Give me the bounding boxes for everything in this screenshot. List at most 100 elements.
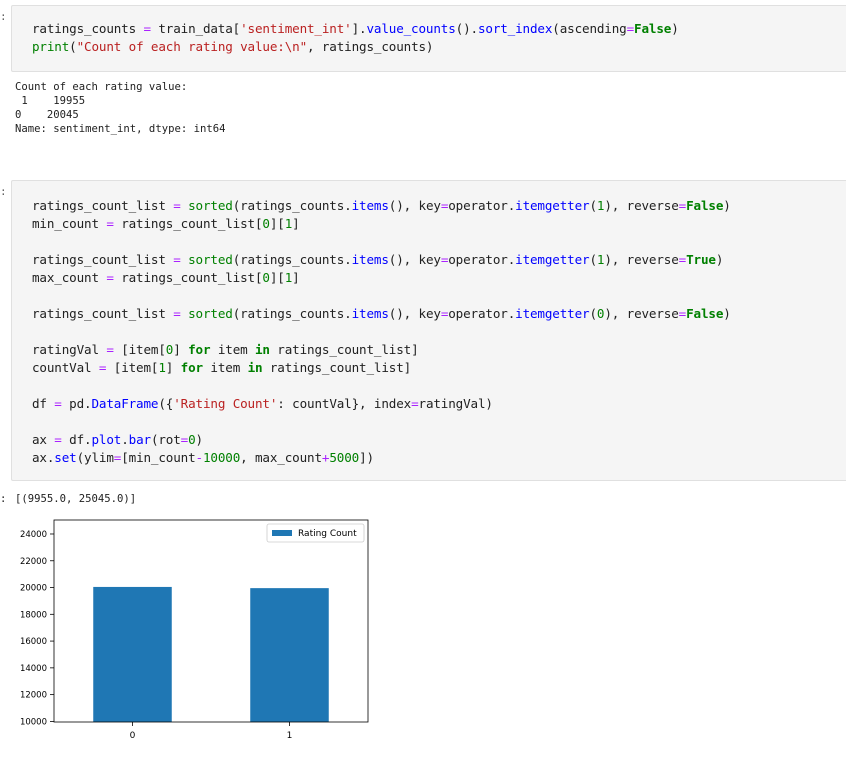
code-token: ] bbox=[173, 342, 189, 357]
cell-2-output-prompt: : bbox=[0, 493, 7, 505]
code-token: "Count of each rating value:\n" bbox=[76, 39, 308, 54]
code-token: (), key bbox=[388, 306, 441, 321]
x-tick-label: 1 bbox=[287, 731, 293, 741]
y-tick-label: 22000 bbox=[20, 557, 47, 567]
code-token: ]) bbox=[359, 450, 374, 465]
code-token: = bbox=[678, 306, 687, 321]
code-token: (ascending bbox=[552, 21, 627, 36]
code-token: ( bbox=[589, 306, 597, 321]
code-cell-2[interactable]: ratings_count_list = sorted(ratings_coun… bbox=[11, 180, 846, 481]
code-token: for bbox=[180, 360, 203, 375]
code-token: = bbox=[173, 198, 181, 213]
code-token: (), key bbox=[388, 252, 441, 267]
code-token: ] bbox=[292, 270, 300, 285]
code-line: ratings_count_list = sorted(ratings_coun… bbox=[32, 197, 846, 215]
code-token: sort_index bbox=[477, 21, 553, 36]
code-token: print bbox=[32, 39, 70, 54]
code-token: items bbox=[351, 198, 389, 213]
code-token: = bbox=[626, 21, 635, 36]
code-token: True bbox=[686, 252, 716, 267]
code-token: False bbox=[634, 21, 672, 36]
code-token: 10000 bbox=[202, 450, 241, 465]
code-token: ratings_count_list[ bbox=[113, 270, 263, 285]
code-token: train_data[ bbox=[150, 21, 241, 36]
code-token: min_count bbox=[32, 216, 107, 231]
code-token: ][ bbox=[269, 216, 285, 231]
code-token: [min_count bbox=[121, 450, 196, 465]
code-editor-2[interactable]: ratings_count_list = sorted(ratings_coun… bbox=[12, 181, 846, 467]
code-token: : countVal}, index bbox=[277, 396, 412, 411]
code-token: (ratings_counts. bbox=[232, 306, 352, 321]
code-token: DataFrame bbox=[91, 396, 159, 411]
code-cell-1[interactable]: ratings_counts = train_data['sentiment_i… bbox=[11, 5, 846, 72]
code-token: ]. bbox=[351, 21, 367, 36]
code-token: 5000 bbox=[329, 450, 360, 465]
cell-2-output-text: [(9955.0, 25045.0)] bbox=[15, 493, 137, 505]
code-token: in bbox=[247, 360, 263, 375]
code-token: = bbox=[54, 396, 62, 411]
code-token: [item[ bbox=[113, 342, 166, 357]
code-token: sorted bbox=[188, 306, 233, 321]
code-token: = bbox=[180, 432, 189, 447]
code-token: items bbox=[351, 306, 389, 321]
cell-1-output: Count of each rating value: 1 19955 0 200… bbox=[15, 80, 225, 136]
legend-label: Rating Count bbox=[298, 529, 357, 539]
code-token: countVal bbox=[32, 360, 99, 375]
code-token: 1 bbox=[158, 360, 166, 375]
cell-1-prompt: : bbox=[0, 10, 7, 23]
code-token: = bbox=[143, 21, 151, 36]
code-token: = bbox=[54, 432, 62, 447]
code-token: (rot bbox=[150, 432, 181, 447]
y-tick-label: 20000 bbox=[20, 584, 47, 594]
code-token: ] bbox=[292, 216, 300, 231]
code-token: df. bbox=[61, 432, 92, 447]
code-token: ratingVal bbox=[32, 342, 107, 357]
code-token: ) bbox=[723, 306, 731, 321]
code-token: ratingVal) bbox=[418, 396, 493, 411]
code-token: = bbox=[106, 342, 114, 357]
code-token: ax bbox=[32, 432, 55, 447]
code-editor-1[interactable]: ratings_counts = train_data['sentiment_i… bbox=[12, 6, 846, 56]
code-token: (), key bbox=[388, 198, 441, 213]
y-tick-label: 12000 bbox=[20, 691, 47, 701]
output-line: 0 20045 bbox=[15, 109, 79, 121]
code-token: item bbox=[202, 360, 248, 375]
code-token: (ylim bbox=[76, 450, 114, 465]
code-token: set bbox=[54, 450, 77, 465]
code-token: ratings_count_list] bbox=[269, 342, 419, 357]
code-token: ax. bbox=[32, 450, 55, 465]
code-token: , max_count bbox=[240, 450, 322, 465]
code-token: ( bbox=[69, 39, 77, 54]
code-token: = bbox=[173, 306, 181, 321]
y-tick-label: 10000 bbox=[20, 717, 47, 727]
code-token: ) bbox=[723, 198, 731, 213]
code-line: ratings_count_list = sorted(ratings_coun… bbox=[32, 251, 846, 269]
y-tick-label: 18000 bbox=[20, 610, 47, 620]
code-token: = bbox=[678, 252, 687, 267]
code-token: False bbox=[686, 198, 724, 213]
code-token: itemgetter bbox=[515, 306, 590, 321]
code-line: ratingVal = [item[0] for item in ratings… bbox=[32, 341, 846, 359]
code-token: ( bbox=[589, 198, 597, 213]
code-token: ), reverse bbox=[604, 306, 679, 321]
code-token: [item[ bbox=[106, 360, 159, 375]
code-token: = bbox=[411, 396, 419, 411]
code-line: ratings_count_list = sorted(ratings_coun… bbox=[32, 305, 846, 323]
x-tick-label: 0 bbox=[130, 731, 136, 741]
code-token: (ratings_counts. bbox=[232, 198, 352, 213]
code-token: ( bbox=[589, 252, 597, 267]
code-token: ), reverse bbox=[604, 198, 679, 213]
output-line: Count of each rating value: bbox=[15, 81, 188, 93]
code-token: sorted bbox=[188, 198, 233, 213]
code-token: ratings_count_list bbox=[32, 306, 174, 321]
code-token: ratings_counts bbox=[32, 21, 144, 36]
code-token: = bbox=[106, 216, 114, 231]
code-token: ] bbox=[165, 360, 181, 375]
code-token: ) bbox=[195, 432, 204, 447]
